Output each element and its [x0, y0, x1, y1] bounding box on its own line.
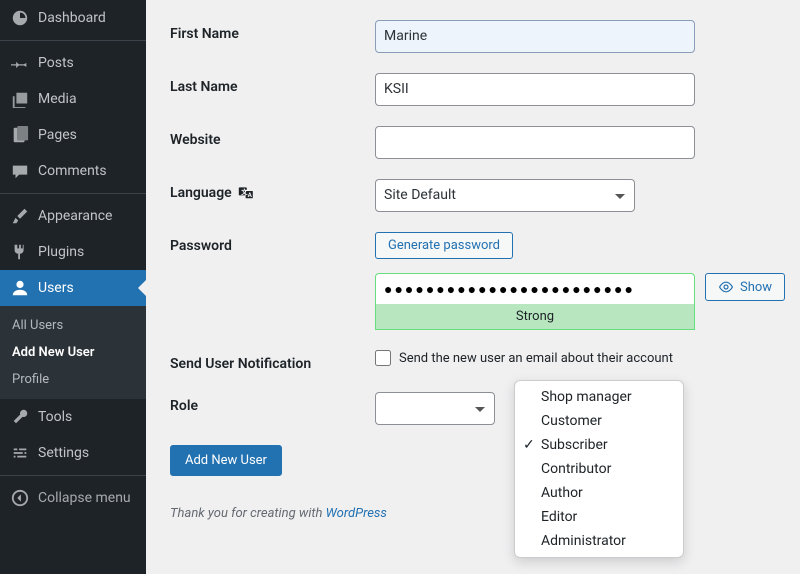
sidebar-item-label: Dashboard — [38, 10, 106, 26]
collapse-icon — [10, 488, 30, 508]
generate-password-button[interactable]: Generate password — [375, 232, 513, 259]
sidebar-item-label: Media — [38, 91, 77, 107]
sidebar-item-label: Users — [38, 280, 74, 296]
role-dropdown-popup: Shop manager Customer Subscriber Contrib… — [514, 380, 684, 558]
wrench-icon — [10, 407, 30, 427]
sidebar-item-settings[interactable]: Settings — [0, 435, 146, 471]
submenu-all-users[interactable]: All Users — [0, 312, 146, 339]
sidebar-item-label: Posts — [38, 55, 74, 71]
label-notification: Send User Notification — [170, 350, 375, 372]
role-option-subscriber[interactable]: Subscriber — [515, 433, 683, 457]
add-new-user-button[interactable]: Add New User — [170, 445, 282, 476]
role-option-administrator[interactable]: Administrator — [515, 529, 683, 553]
sidebar-item-comments[interactable]: Comments — [0, 153, 146, 189]
sidebar-item-users[interactable]: Users — [0, 270, 146, 306]
sidebar-item-label: Tools — [38, 409, 72, 425]
submenu-profile[interactable]: Profile — [0, 366, 146, 393]
brush-icon — [10, 206, 30, 226]
notification-checkbox[interactable] — [375, 350, 391, 366]
label-website: Website — [170, 126, 375, 148]
website-input[interactable] — [375, 126, 695, 159]
role-option-shop-manager[interactable]: Shop manager — [515, 385, 683, 409]
row-password: Password Generate password Strong Show — [170, 232, 785, 330]
label-first-name: First Name — [170, 20, 375, 42]
media-icon — [10, 89, 30, 109]
wordpress-link[interactable]: WordPress — [326, 506, 387, 521]
row-notification: Send User Notification Send the new user… — [170, 350, 785, 372]
user-icon — [10, 278, 30, 298]
role-option-customer[interactable]: Customer — [515, 409, 683, 433]
sidebar-submenu-users: All Users Add New User Profile — [0, 306, 146, 399]
sidebar-item-plugins[interactable]: Plugins — [0, 234, 146, 270]
svg-text:A: A — [247, 191, 252, 199]
role-option-author[interactable]: Author — [515, 481, 683, 505]
label-language: Language 文A — [170, 179, 375, 201]
sidebar-item-posts[interactable]: Posts — [0, 40, 146, 81]
translate-icon: 文A — [238, 185, 254, 201]
sidebar-item-tools[interactable]: Tools — [0, 399, 146, 435]
role-option-editor[interactable]: Editor — [515, 505, 683, 529]
sidebar-item-dashboard[interactable]: Dashboard — [0, 0, 146, 36]
show-password-button[interactable]: Show — [705, 273, 785, 301]
dashboard-icon — [10, 8, 30, 28]
sidebar-item-appearance[interactable]: Appearance — [0, 193, 146, 234]
sidebar-item-label: Collapse menu — [38, 490, 131, 506]
row-first-name: First Name — [170, 20, 785, 53]
sidebar-item-pages[interactable]: Pages — [0, 117, 146, 153]
row-role: Role — [170, 392, 785, 425]
label-role: Role — [170, 392, 375, 414]
sidebar-item-label: Appearance — [38, 208, 112, 224]
sidebar-item-label: Comments — [38, 163, 107, 179]
footer-credit: Thank you for creating with WordPress — [170, 506, 785, 521]
pages-icon — [10, 125, 30, 145]
submenu-add-new-user[interactable]: Add New User — [0, 339, 146, 366]
row-website: Website — [170, 126, 785, 159]
plug-icon — [10, 242, 30, 262]
label-password: Password — [170, 232, 375, 254]
password-input[interactable] — [375, 273, 695, 304]
last-name-input[interactable] — [375, 73, 695, 106]
sidebar-item-media[interactable]: Media — [0, 81, 146, 117]
comments-icon — [10, 161, 30, 181]
pin-icon — [10, 53, 30, 73]
admin-sidebar: Dashboard Posts Media Pages Comments App… — [0, 0, 146, 574]
row-last-name: Last Name — [170, 73, 785, 106]
notification-checkbox-label[interactable]: Send the new user an email about their a… — [375, 350, 785, 366]
sliders-icon — [10, 443, 30, 463]
role-select[interactable] — [375, 392, 495, 425]
first-name-input[interactable] — [375, 20, 695, 53]
role-option-contributor[interactable]: Contributor — [515, 457, 683, 481]
sidebar-item-label: Pages — [38, 127, 77, 143]
label-last-name: Last Name — [170, 73, 375, 95]
row-language: Language 文A — [170, 179, 785, 212]
notification-text: Send the new user an email about their a… — [399, 351, 673, 366]
eye-icon — [718, 279, 734, 295]
sidebar-item-label: Plugins — [38, 244, 84, 260]
language-select[interactable] — [375, 179, 635, 212]
sidebar-collapse[interactable]: Collapse menu — [0, 475, 146, 516]
password-strength-indicator: Strong — [375, 304, 695, 330]
sidebar-item-label: Settings — [38, 445, 89, 461]
row-submit: Add New User — [170, 445, 785, 476]
main-content: First Name Last Name Website Language 文A — [146, 0, 800, 574]
